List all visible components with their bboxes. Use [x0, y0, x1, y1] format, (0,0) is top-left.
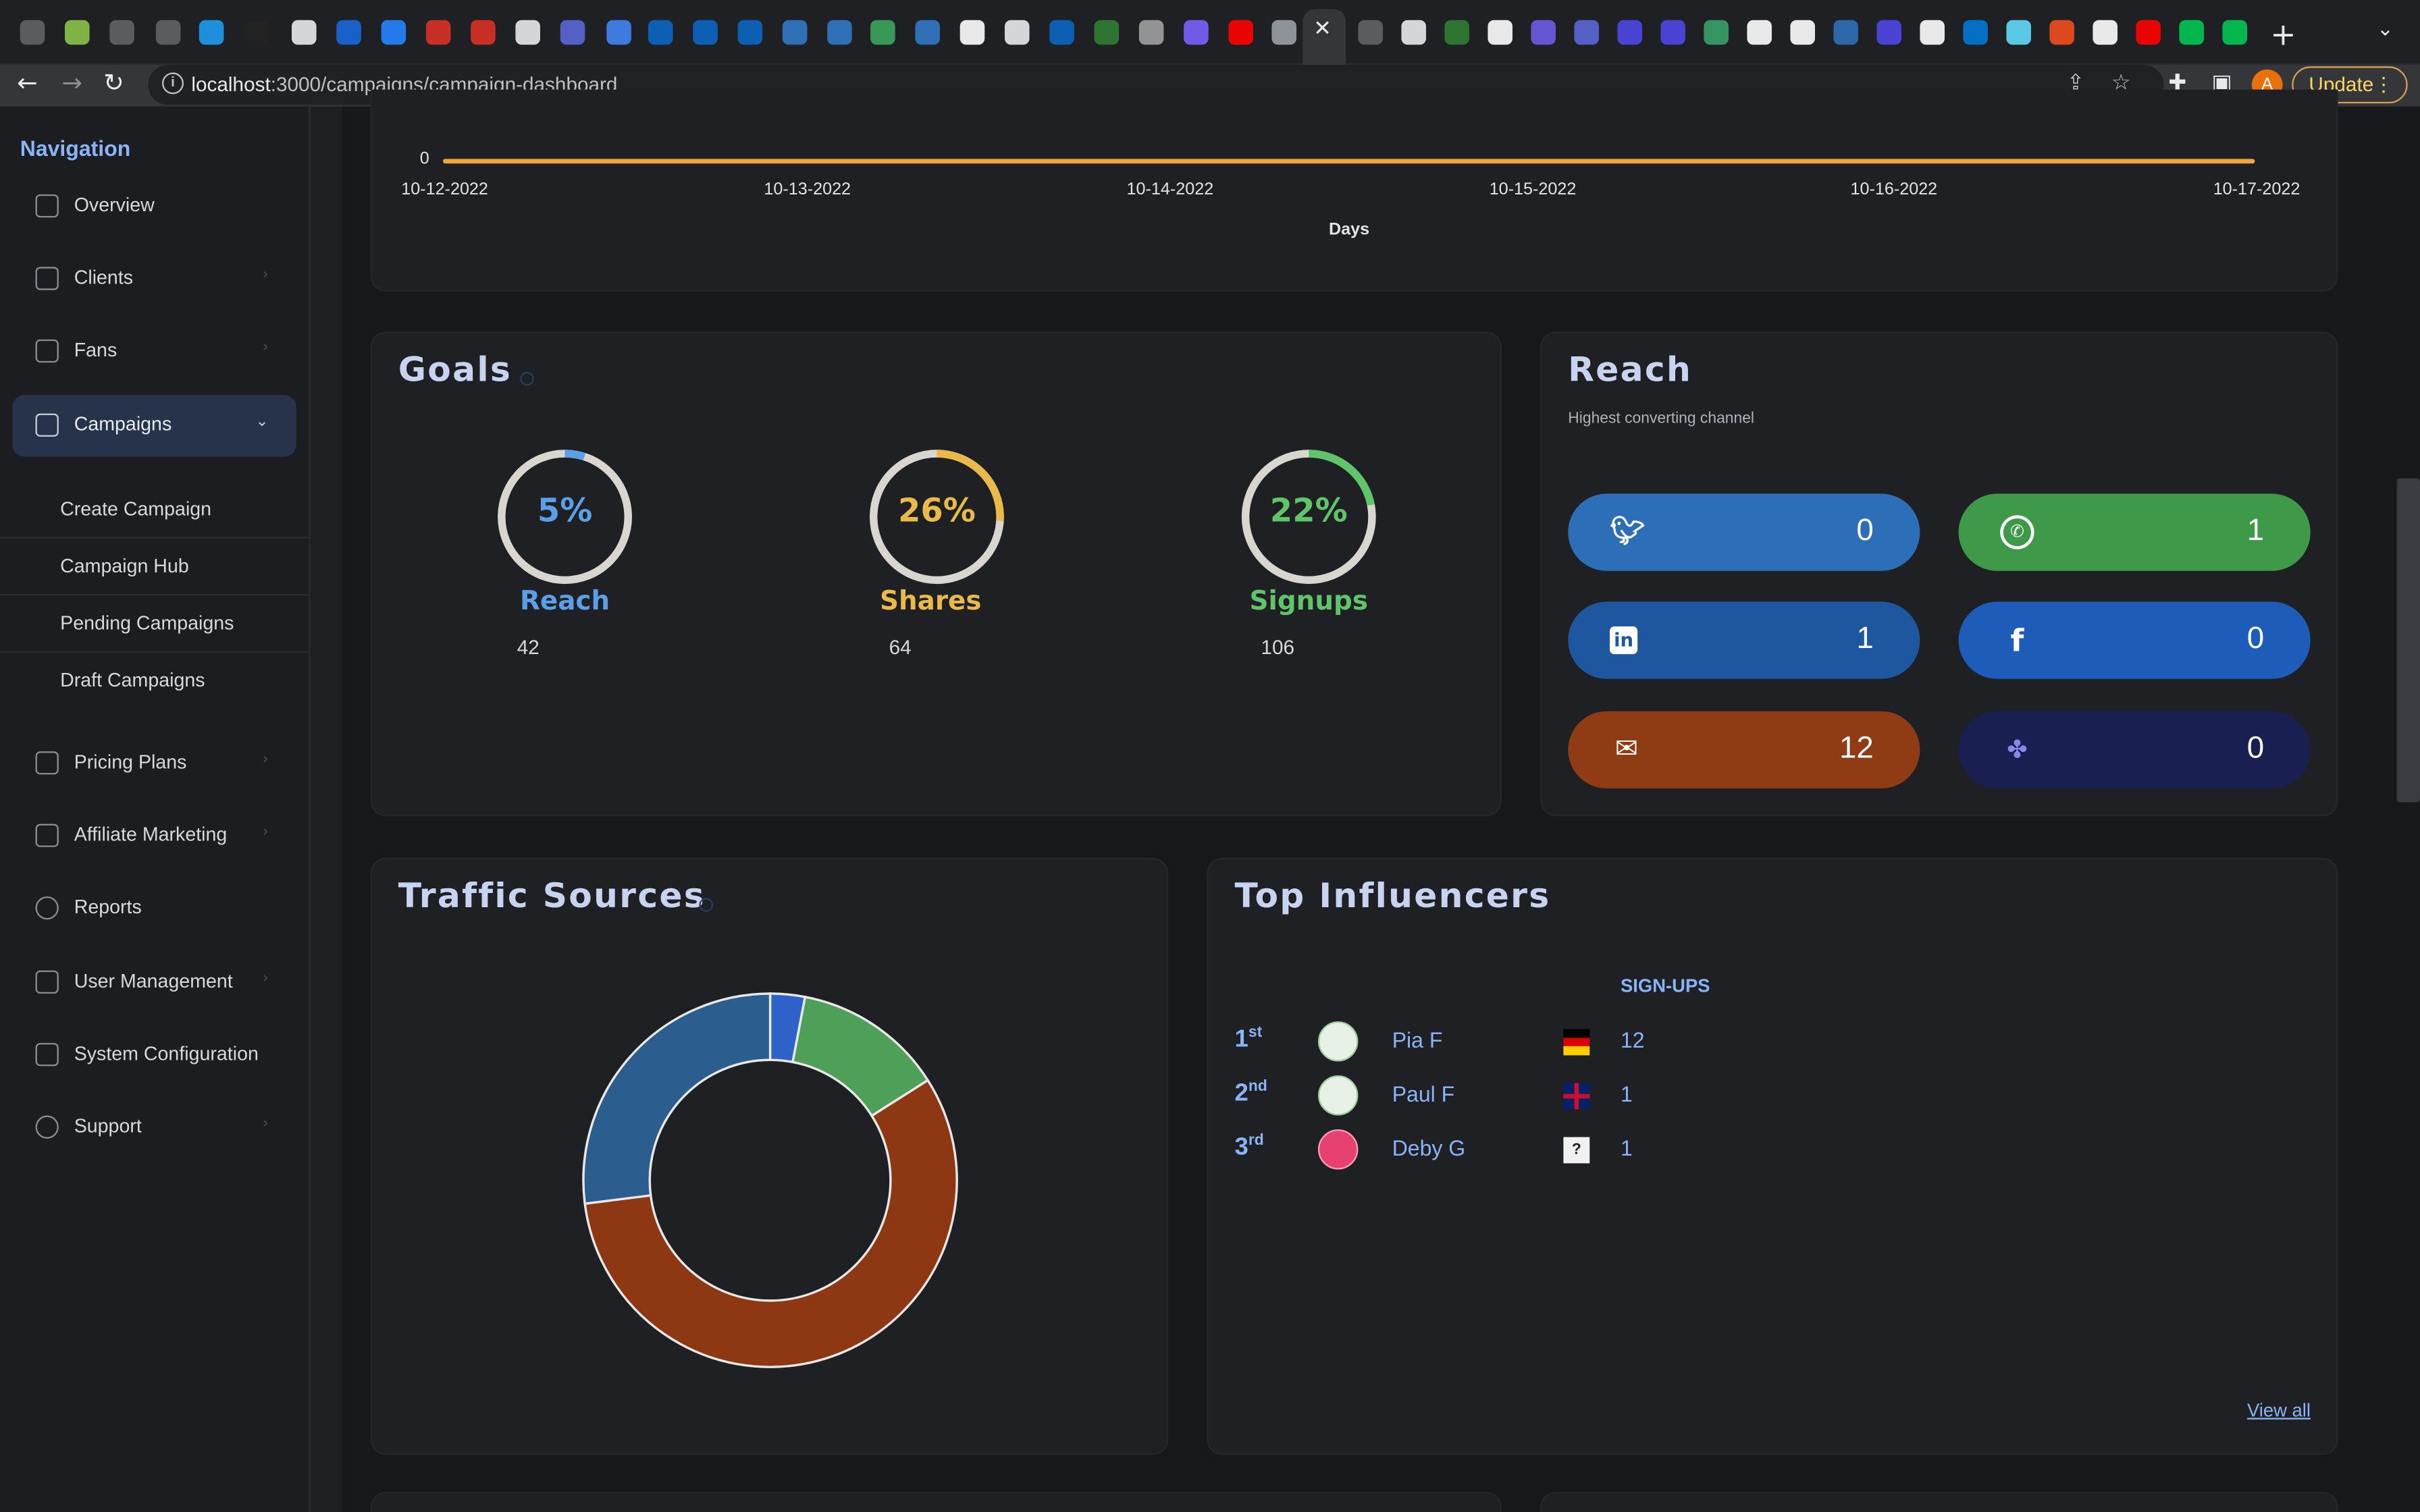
avatar [1317, 1075, 1359, 1116]
influencer-name: Pia F [1392, 1027, 1443, 1052]
unknown-flag-icon: ? [1563, 1137, 1590, 1164]
influencer-signups: 1 [1620, 1081, 1633, 1106]
view-all-link[interactable]: View all [2247, 1399, 2311, 1421]
influencer-rank: 2nd [1234, 1078, 1267, 1107]
germany-flag-icon [1563, 1029, 1590, 1056]
avatar [1317, 1021, 1359, 1062]
influencer-name: Paul F [1392, 1081, 1455, 1106]
influencer-name: Deby G [1392, 1135, 1466, 1160]
influencer-signups: 12 [1620, 1027, 1645, 1052]
influencer-rank: 1st [1234, 1024, 1263, 1053]
top-influencers-title: Top Influencers [1234, 878, 1551, 917]
avatar [1317, 1129, 1359, 1170]
influencer-rank: 3rd [1234, 1132, 1264, 1161]
influencer-row[interactable]: 3rd Deby G ? 1 [1235, 1129, 1852, 1176]
uk-flag-icon [1563, 1083, 1590, 1110]
page-scrollbar[interactable] [2396, 478, 2420, 803]
signups-column-header: SIGN-UPS [1620, 975, 1710, 997]
influencer-signups: 1 [1620, 1135, 1633, 1160]
donut-slice[interactable] [582, 992, 772, 1206]
bottom-card-left [370, 1492, 1502, 1512]
influencer-row[interactable]: 1st Pia F 12 [1235, 1021, 1852, 1068]
bottom-card-right [1540, 1492, 2338, 1512]
influencer-row[interactable]: 2nd Paul F 1 [1235, 1075, 1852, 1122]
